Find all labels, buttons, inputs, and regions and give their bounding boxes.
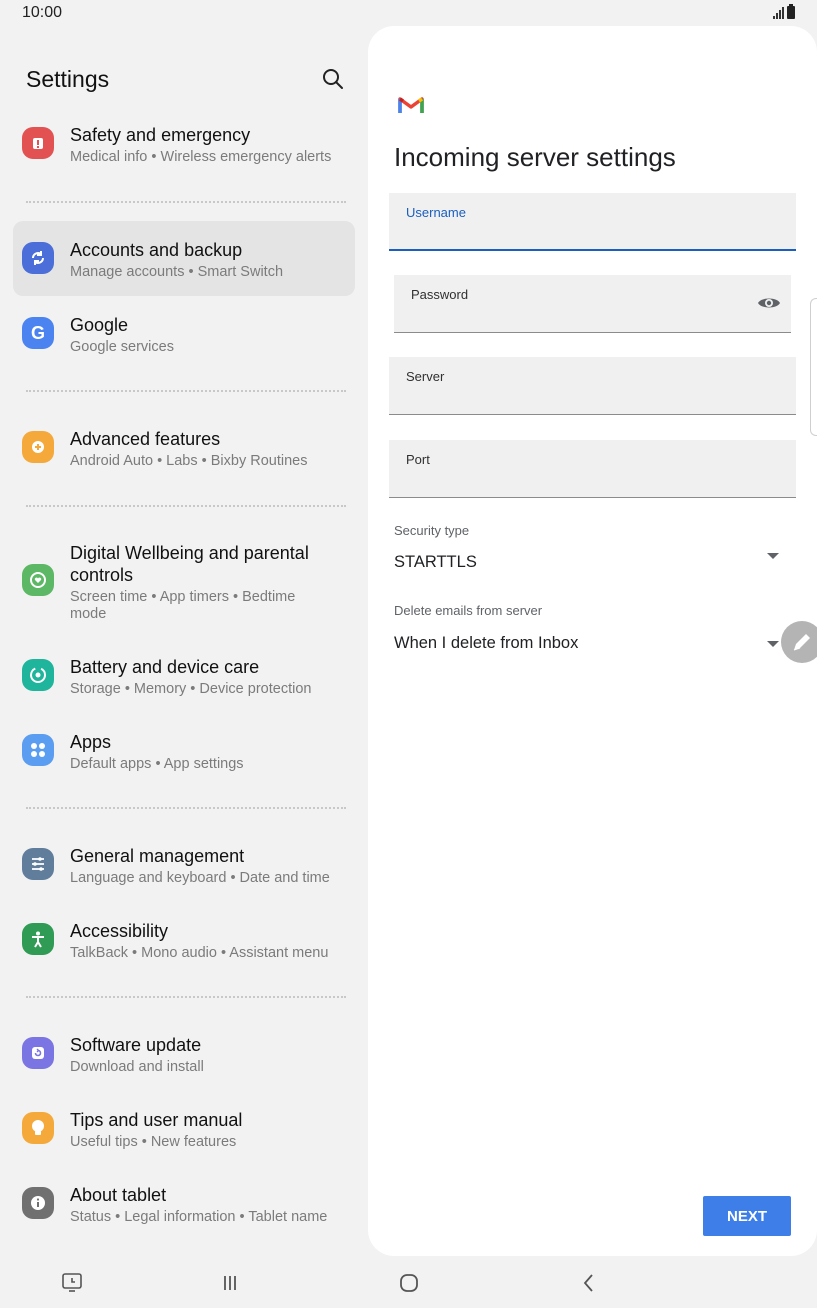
- username-field[interactable]: Username: [389, 193, 796, 251]
- server-label: Server: [406, 369, 445, 384]
- item-subtitle: Android Auto • Labs • Bixby Routines: [70, 453, 308, 469]
- settings-item-general-management[interactable]: General management Language and keyboard…: [13, 827, 355, 902]
- security-type-select[interactable]: STARTTLS: [394, 553, 477, 572]
- next-button[interactable]: NEXT: [703, 1196, 791, 1236]
- apps-icon: [22, 734, 54, 766]
- safety-icon: [22, 127, 54, 159]
- settings-item-accounts-backup[interactable]: Accounts and backup Manage accounts • Sm…: [13, 221, 355, 296]
- bulb-icon: [22, 1112, 54, 1144]
- item-title: Tips and user manual: [70, 1110, 243, 1130]
- google-icon: G: [22, 317, 54, 349]
- settings-item-safety[interactable]: Safety and emergency Medical info • Wire…: [13, 106, 355, 181]
- item-subtitle: Medical info • Wireless emergency alerts: [70, 149, 332, 165]
- item-title: Advanced features: [70, 429, 221, 449]
- accessibility-icon: [22, 923, 54, 955]
- username-label: Username: [406, 205, 466, 220]
- battery-icon: [787, 4, 795, 19]
- wellbeing-icon: [22, 564, 54, 596]
- status-icons: [773, 4, 795, 19]
- divider: [26, 996, 346, 998]
- item-title: Accessibility: [70, 921, 169, 941]
- chevron-down-icon[interactable]: [767, 553, 779, 559]
- item-title: Safety and emergency: [70, 125, 251, 145]
- settings-item-software-update[interactable]: Software update Download and install: [13, 1016, 355, 1091]
- item-title: Google: [70, 315, 129, 335]
- item-title: Software update: [70, 1035, 202, 1055]
- gear-plus-icon: [22, 431, 54, 463]
- taskbar-toggle-icon[interactable]: [59, 1270, 85, 1296]
- item-subtitle: Manage accounts • Smart Switch: [70, 264, 284, 280]
- divider: [26, 201, 346, 203]
- security-type-label: Security type: [394, 523, 470, 538]
- settings-item-google[interactable]: G Google Google services: [13, 296, 355, 371]
- item-subtitle: Google services: [70, 339, 174, 355]
- navigation-bar: [0, 1258, 817, 1308]
- chevron-down-icon[interactable]: [767, 641, 779, 647]
- back-icon[interactable]: [576, 1270, 602, 1296]
- port-field[interactable]: Port: [389, 440, 796, 498]
- server-field[interactable]: Server: [389, 357, 796, 415]
- page-title: Incoming server settings: [394, 142, 676, 172]
- item-subtitle-line2: mode: [70, 606, 107, 622]
- recent-apps-icon[interactable]: [217, 1270, 243, 1296]
- item-subtitle: Screen time • App timers • Bedtime: [70, 589, 296, 605]
- software-update-icon: [22, 1037, 54, 1069]
- item-title: Apps: [70, 732, 112, 752]
- settings-item-about-tablet[interactable]: About tablet Status • Legal information …: [13, 1166, 355, 1241]
- pencil-icon: [793, 634, 810, 651]
- device-care-icon: [22, 659, 54, 691]
- settings-item-battery-device-care[interactable]: Battery and device care Storage • Memory…: [13, 638, 355, 713]
- settings-item-accessibility[interactable]: Accessibility TalkBack • Mono audio • As…: [13, 902, 355, 977]
- signal-icon: [773, 7, 784, 19]
- eye-icon[interactable]: [757, 295, 781, 311]
- settings-item-advanced-features[interactable]: Advanced features Android Auto • Labs • …: [13, 410, 355, 485]
- divider: [26, 505, 346, 507]
- item-subtitle: Default apps • App settings: [70, 756, 244, 772]
- edge-panel-handle[interactable]: [810, 298, 817, 436]
- delete-emails-select[interactable]: When I delete from Inbox: [394, 634, 578, 653]
- sync-icon: [22, 242, 54, 274]
- search-icon[interactable]: [320, 66, 346, 92]
- divider: [26, 390, 346, 392]
- sliders-icon: [22, 848, 54, 880]
- item-title-line2: controls: [70, 565, 134, 585]
- settings-item-digital-wellbeing[interactable]: Digital Wellbeing and parental controls …: [13, 525, 355, 637]
- port-label: Port: [406, 452, 430, 467]
- info-icon: [22, 1187, 54, 1219]
- item-title: About tablet: [70, 1185, 167, 1205]
- item-title: Digital Wellbeing and parental: [70, 543, 309, 563]
- item-title: Battery and device care: [70, 657, 260, 677]
- edit-floating-button[interactable]: [781, 621, 817, 663]
- delete-emails-label: Delete emails from server: [394, 603, 543, 618]
- gmail-logo-icon: [398, 94, 424, 114]
- settings-item-tips-manual[interactable]: Tips and user manual Useful tips • New f…: [13, 1091, 355, 1166]
- password-label: Password: [411, 287, 469, 302]
- item-subtitle: Useful tips • New features: [70, 1134, 237, 1150]
- settings-item-apps[interactable]: Apps Default apps • App settings: [13, 713, 355, 788]
- item-title: Accounts and backup: [70, 240, 243, 260]
- incoming-server-panel: Incoming server settings Username Passwo…: [368, 26, 817, 1256]
- settings-panel: Settings Safety and emergency Medical in…: [0, 26, 368, 1256]
- divider: [26, 807, 346, 809]
- item-title: General management: [70, 846, 245, 866]
- item-subtitle: Status • Legal information • Tablet name: [70, 1209, 328, 1225]
- password-field[interactable]: Password: [394, 275, 791, 333]
- item-subtitle: Download and install: [70, 1059, 204, 1075]
- item-subtitle: Language and keyboard • Date and time: [70, 870, 330, 886]
- home-icon[interactable]: [396, 1270, 422, 1296]
- settings-title: Settings: [26, 66, 110, 92]
- status-bar: 10:00: [0, 0, 817, 26]
- item-subtitle: Storage • Memory • Device protection: [70, 681, 312, 697]
- item-subtitle: TalkBack • Mono audio • Assistant menu: [70, 945, 329, 961]
- status-time: 10:00: [22, 4, 63, 21]
